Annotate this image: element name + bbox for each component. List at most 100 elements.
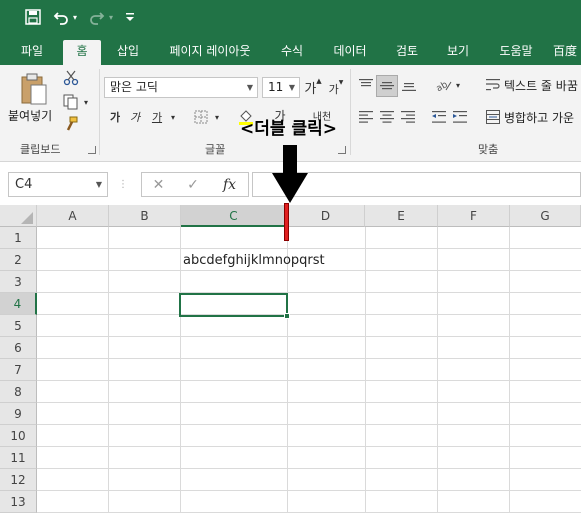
row-header-11[interactable]: 11 [0, 447, 37, 469]
align-center-icon[interactable] [377, 107, 397, 127]
alignment-group-label: 맞춤 [478, 143, 499, 156]
align-top-icon[interactable] [356, 75, 376, 95]
wrap-text-icon[interactable] [484, 75, 502, 95]
cut-icon[interactable] [62, 69, 80, 87]
column-header-e[interactable]: E [365, 205, 438, 227]
row-header-8[interactable]: 8 [0, 381, 37, 403]
gridline [37, 490, 581, 491]
align-left-icon[interactable] [356, 107, 376, 127]
row-header-9[interactable]: 9 [0, 403, 37, 425]
font-name-select[interactable]: 맑은 고딕 ▼ [104, 77, 258, 98]
active-cell-c4[interactable] [179, 293, 288, 317]
tab-formulas[interactable]: 수식 [272, 40, 312, 65]
tab-home[interactable]: 홈 [63, 40, 101, 65]
decrease-indent-icon[interactable] [429, 107, 449, 127]
gridline [37, 336, 581, 337]
copy-icon[interactable] [62, 93, 80, 111]
column-header-a[interactable]: A [37, 205, 109, 227]
tab-insert[interactable]: 삽입 [108, 40, 148, 65]
border-dropdown-icon[interactable]: ▾ [212, 109, 222, 125]
increase-indent-icon[interactable] [450, 107, 470, 127]
cancel-button[interactable]: ✕ [141, 172, 175, 197]
italic-button[interactable]: 가 [126, 107, 144, 127]
tab-page-layout[interactable]: 페이지 레이아웃 [160, 40, 260, 65]
merge-center-button[interactable]: 병합하고 가운 [504, 109, 574, 126]
align-right-icon[interactable] [398, 107, 418, 127]
align-middle-icon[interactable] [376, 75, 398, 97]
row-header-4[interactable]: 4 [0, 293, 37, 315]
shrink-font-button[interactable]: 가 ▼ [327, 79, 345, 99]
gridline [37, 424, 581, 425]
ribbon-tabs: 파일 홈 삽입 페이지 레이아웃 수식 데이터 검토 보기 도움말 百度 [0, 34, 581, 65]
row-header-2[interactable]: 2 [0, 249, 37, 271]
enter-button[interactable]: ✓ [175, 172, 211, 197]
row-header-10[interactable]: 10 [0, 425, 37, 447]
name-box-value: C4 [15, 177, 33, 192]
paste-button[interactable]: 붙여넣기 [8, 107, 52, 124]
gridline [37, 292, 581, 293]
tab-file[interactable]: 파일 [10, 40, 54, 65]
column-boundary-marker[interactable] [284, 203, 289, 241]
row-header-13[interactable]: 13 [0, 491, 37, 513]
row-header-1[interactable]: 1 [0, 227, 37, 249]
undo-dropdown-icon[interactable]: ▾ [70, 6, 80, 28]
column-header-c[interactable]: C [181, 205, 287, 227]
gridline [37, 380, 581, 381]
gridline [37, 358, 581, 359]
row-header-3[interactable]: 3 [0, 271, 37, 293]
tab-review[interactable]: 검토 [387, 40, 427, 65]
row-header-6[interactable]: 6 [0, 337, 37, 359]
gridline [37, 402, 581, 403]
orientation-dropdown-icon[interactable]: ▾ [454, 77, 462, 93]
font-launcher-icon[interactable] [338, 146, 346, 154]
worksheet-grid[interactable]: A B C D E F G 1 2 3 4 5 6 7 8 9 10 11 12… [0, 205, 581, 513]
tab-view[interactable]: 보기 [438, 40, 478, 65]
tab-baidu[interactable]: 百度 [553, 40, 581, 65]
merge-center-icon[interactable] [484, 107, 502, 127]
tab-help[interactable]: 도움말 [489, 40, 543, 65]
name-box[interactable]: C4 ▼ [8, 172, 108, 197]
undo-icon[interactable] [52, 6, 70, 28]
bold-button[interactable]: 가 [106, 107, 124, 127]
select-all-button[interactable] [0, 205, 37, 227]
copy-dropdown-icon[interactable]: ▾ [82, 95, 90, 109]
tab-data[interactable]: 데이터 [325, 40, 375, 65]
redo-dropdown-icon[interactable]: ▾ [106, 6, 116, 28]
grow-font-label: 가 [304, 81, 317, 97]
formula-bar-grip-icon: ⋮ [118, 179, 128, 190]
underline-button[interactable]: 가 [148, 107, 166, 127]
redo-icon[interactable] [88, 6, 106, 28]
row-header-12[interactable]: 12 [0, 469, 37, 491]
insert-function-button[interactable]: fx [211, 172, 249, 197]
format-painter-icon[interactable] [62, 115, 80, 133]
column-header-b[interactable]: B [109, 205, 181, 227]
chevron-down-icon: ▼ [288, 83, 295, 92]
save-icon[interactable] [22, 6, 44, 28]
clipboard-launcher-icon[interactable] [88, 146, 96, 154]
shrink-font-icon: ▼ [338, 79, 344, 86]
row-header-5[interactable]: 5 [0, 315, 37, 337]
row-header-7[interactable]: 7 [0, 359, 37, 381]
gridline [37, 314, 581, 315]
gridline [37, 468, 581, 469]
orientation-icon[interactable]: ab [432, 75, 456, 95]
customize-icon[interactable] [124, 6, 136, 28]
clipboard-group-label: 클립보드 [20, 143, 61, 156]
fill-handle[interactable] [284, 313, 290, 319]
group-divider [350, 69, 351, 155]
border-icon[interactable] [190, 107, 212, 127]
down-arrow-icon [272, 145, 308, 203]
chevron-down-icon: ▼ [95, 180, 102, 189]
font-size-select[interactable]: 11 ▼ [262, 77, 300, 98]
wrap-text-button[interactable]: 텍스트 줄 바꿈 [504, 77, 578, 94]
column-header-f[interactable]: F [438, 205, 510, 227]
cell-c2[interactable]: abcdefghijklmnopqrst [183, 253, 325, 268]
font-name-value: 맑은 고딕 [110, 80, 158, 94]
annotation-label: <더블 클릭> [240, 119, 337, 139]
column-header-d[interactable]: D [287, 205, 365, 227]
column-header-g[interactable]: G [510, 205, 581, 227]
align-bottom-icon[interactable] [399, 75, 419, 95]
paste-icon[interactable] [18, 71, 50, 107]
underline-dropdown-icon[interactable]: ▾ [168, 109, 178, 125]
grow-font-button[interactable]: 가 ▲ [304, 77, 322, 97]
